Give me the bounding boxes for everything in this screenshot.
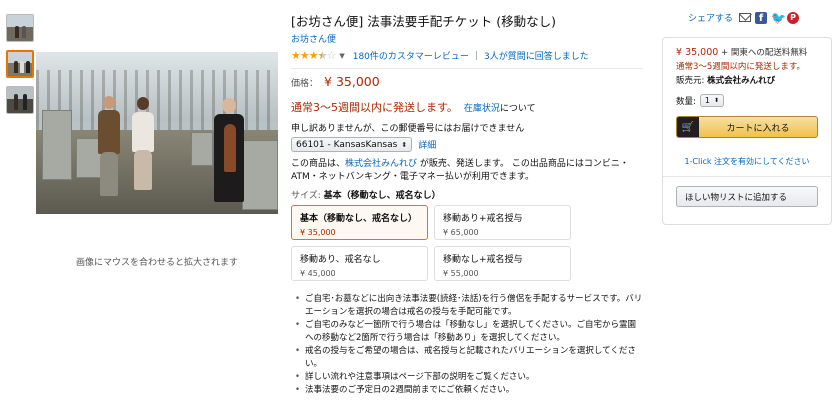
product-main-image[interactable] [36, 52, 278, 214]
seller-link[interactable]: 株式会社みんれび [345, 159, 417, 169]
share-label: シェアする [688, 14, 734, 24]
buybox-ship-time: 通常3～5週間以内に発送します。 [676, 62, 805, 72]
zip-select[interactable]: 66101 - KansasKansas ⬍ [291, 137, 413, 152]
answers-link[interactable]: 3人が質問に回答しました [484, 49, 589, 62]
one-click-link[interactable]: 1-Click 注文を有効にしてください [676, 156, 818, 167]
feature-bullets: ご自宅･お墓などに出向き法事法要(読経･法話)を行う僧侶を手配するサービスです。… [291, 293, 643, 397]
product-details: [お坊さん便] 法事法要手配チケット (移動なし) お坊さん便 ★★★★★☆ ▼… [291, 14, 643, 397]
add-to-wishlist-button[interactable]: ほしい物リストに追加する [676, 186, 818, 207]
price-label: 価格： [291, 79, 319, 89]
thumbnail-1[interactable] [6, 14, 34, 42]
list-item: ご自宅のみなど一箇所で行う場合は「移動なし」を選択してください。ご自宅から霊園へ… [295, 319, 643, 345]
list-item: 法事法要のご予定日の2週間前までにご依頼ください。 [295, 384, 643, 397]
updown-arrow-icon: ⬍ [401, 140, 408, 149]
rating-row: ★★★★★☆ ▼ 180件のカスタマーレビュー | 3人が質問に回答しました [291, 49, 589, 62]
cart-icon: 🛒 [677, 117, 699, 137]
variant-option[interactable]: 移動あり、戒名なし ¥ 45,000 [291, 246, 428, 281]
reviews-link[interactable]: 180件のカスタマーレビュー [353, 49, 469, 62]
share-row: シェアする f 🐦 P [688, 11, 803, 24]
seller-info: この商品は、株式会社みんれび が販売、発送します。 この出品商品にはコンビニ・A… [291, 159, 629, 182]
twitter-icon[interactable]: 🐦 [771, 12, 786, 24]
mail-icon[interactable] [739, 13, 752, 22]
chevron-down-icon[interactable]: ▼ [339, 52, 344, 60]
brand-link[interactable]: お坊さん便 [291, 32, 643, 45]
add-to-cart-button[interactable]: 🛒 カートに入れる [676, 116, 818, 138]
updown-arrow-icon: ⬍ [713, 97, 719, 104]
ship-time: 通常3～5週間以内に発送します。 [291, 101, 458, 114]
variant-option[interactable]: 移動あり+戒名授与 ¥ 65,000 [434, 205, 571, 240]
buybox-price-row: ¥ 35,000 + 関東への配送料無料 [676, 46, 818, 58]
variant-option[interactable]: 移動なし+戒名授与 ¥ 55,000 [434, 246, 571, 281]
size-row: サイズ: 基本（移動なし、戒名なし） [291, 188, 643, 201]
pinterest-icon[interactable]: P [787, 11, 800, 24]
thumbnail-list [6, 14, 34, 122]
stock-suffix: について [499, 104, 536, 114]
list-item: 詳しい流れや注意事項はページ下部の説明をご覧ください。 [295, 371, 643, 384]
zip-message: 申し訳ありませんが、この郵便番号にはお届けできません [291, 124, 525, 134]
add-to-cart-label: カートに入れる [726, 123, 790, 134]
price-value: ¥ 35,000 [324, 74, 380, 89]
buybox-price: ¥ 35,000 [676, 47, 719, 58]
price-row: 価格： ¥ 35,000 [291, 74, 643, 89]
availability-row: 通常3～5週間以内に発送します。 在庫状況について [291, 99, 643, 115]
quantity-row: 数量: 1 ⬍ [676, 94, 818, 107]
buybox-seller: 販売元: 株式会社みんれび [676, 76, 776, 86]
product-title: [お坊さん便] 法事法要手配チケット (移動なし) [291, 14, 556, 29]
zoom-hint: 画像にマウスを合わせると拡大されます [75, 258, 238, 268]
size-label: サイズ: [291, 191, 321, 201]
buybox-shipping-note: + 関東への配送料無料 [721, 48, 808, 58]
quantity-label: 数量: [676, 96, 696, 107]
zip-detail-link[interactable]: 詳細 [418, 138, 436, 151]
list-item: 戒名の授与をご希望の場合は、戒名授与と記載されたバリエーションを選択してください… [295, 345, 643, 371]
zip-value: 66101 - KansasKansas [296, 139, 398, 150]
thumbnail-2[interactable] [6, 50, 34, 78]
variant-grid: 基本（移動なし、戒名なし） ¥ 35,000 移動あり+戒名授与 ¥ 65,00… [291, 205, 643, 281]
stock-link[interactable]: 在庫状況 [464, 104, 500, 114]
variant-option[interactable]: 基本（移動なし、戒名なし） ¥ 35,000 [291, 205, 428, 240]
thumbnail-3[interactable] [6, 86, 34, 114]
facebook-icon[interactable]: f [755, 11, 768, 24]
buy-box: ¥ 35,000 + 関東への配送料無料 通常3～5週間以内に発送します。 販売… [662, 37, 832, 225]
star-rating[interactable]: ★★★★★☆ [291, 49, 336, 62]
size-value: 基本（移動なし、戒名なし） [323, 191, 441, 201]
quantity-select[interactable]: 1 ⬍ [699, 94, 724, 107]
list-item: ご自宅･お墓などに出向き法事法要(読経･法話)を行う僧侶を手配するサービスです。… [295, 293, 643, 319]
